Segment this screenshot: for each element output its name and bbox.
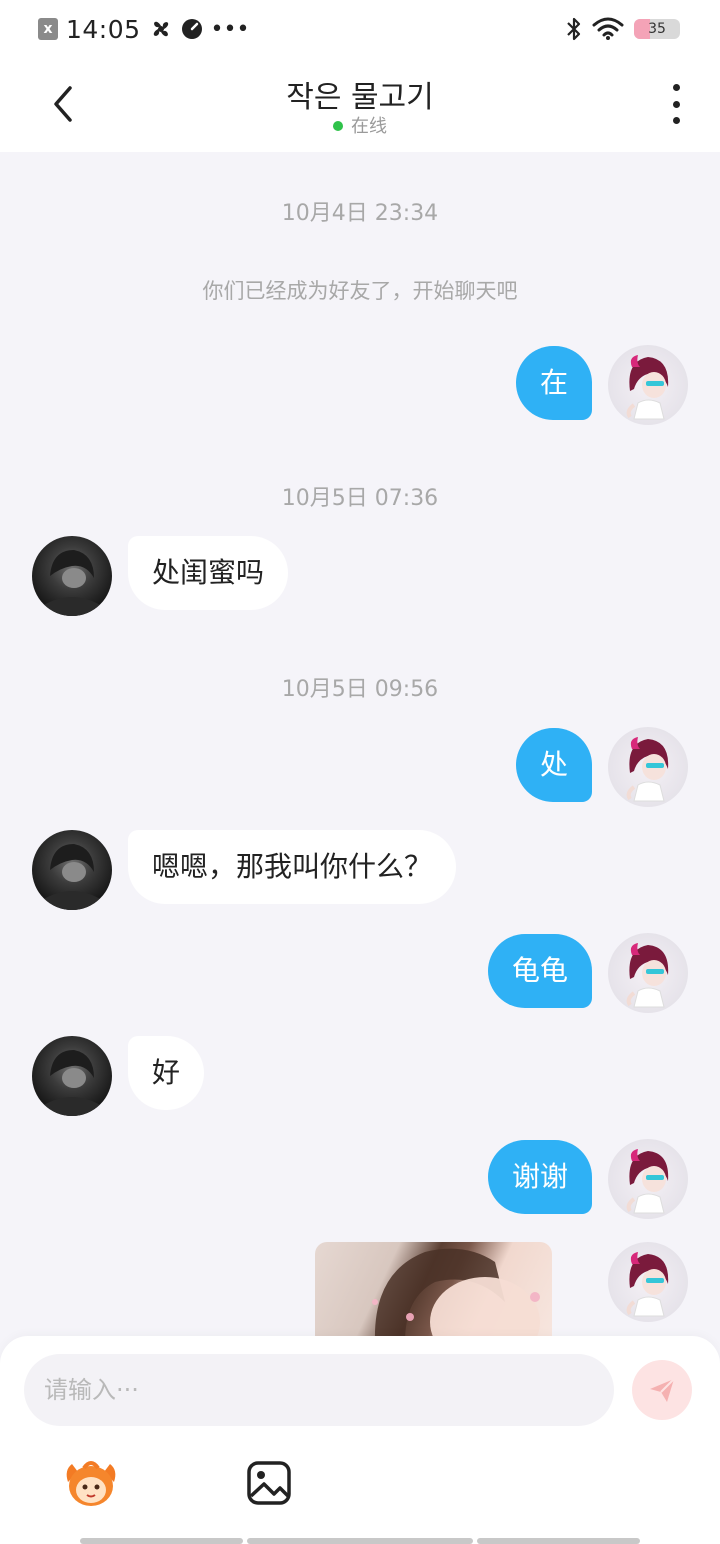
status-left: x 14:05 •••: [38, 14, 249, 44]
send-button[interactable]: [632, 1360, 692, 1420]
system-note: 你们已经成为好友了，开始聊天吧: [202, 279, 518, 303]
image-icon: [247, 1461, 291, 1505]
speed-icon: [181, 19, 202, 39]
bluetooth-icon: [567, 17, 581, 41]
online-status-label: 在线: [351, 116, 387, 137]
battery-level: 35: [648, 21, 666, 37]
message-bubble-incoming[interactable]: 处闺蜜吗: [128, 536, 289, 610]
message-input[interactable]: [24, 1354, 614, 1426]
message-bubble-outgoing[interactable]: 谢谢: [487, 1140, 592, 1214]
anime-avatar-image: [626, 355, 669, 420]
photo-thumbnail-image: [372, 1248, 540, 1342]
contact-name: 작은 물고기: [286, 80, 434, 115]
nav-bar-segment: [247, 1538, 473, 1544]
contact-avatar[interactable]: [32, 830, 112, 910]
fan-icon: [153, 21, 168, 37]
online-status: 在线: [0, 112, 720, 138]
notification-icon: x: [38, 18, 58, 40]
anime-avatar-image: [626, 943, 669, 1008]
my-avatar[interactable]: [608, 1139, 688, 1219]
my-avatar[interactable]: [608, 933, 688, 1013]
status-time: 14:05: [66, 14, 141, 44]
message-bubble-outgoing[interactable]: 龟龟: [487, 934, 592, 1008]
status-bar: x 14:05 ••• 35: [0, 0, 720, 58]
chat-header: 작은 물고기 在线: [0, 58, 720, 152]
image-message[interactable]: [315, 1242, 552, 1342]
battery-indicator: 35: [634, 19, 680, 39]
timestamp: 10月5日 09:56: [281, 677, 439, 702]
message-bubble-outgoing[interactable]: 在: [515, 346, 592, 420]
contact-avatar[interactable]: [32, 536, 112, 616]
emoji-icon: [66, 1461, 116, 1506]
message-bubble-outgoing[interactable]: 处: [515, 728, 592, 802]
contact-avatar-image: [42, 550, 102, 616]
contact-avatar-image: [42, 1050, 102, 1116]
status-right: 35: [566, 14, 680, 44]
image-picker-button[interactable]: [246, 1460, 292, 1506]
my-avatar[interactable]: [608, 345, 688, 425]
message-bubble-incoming[interactable]: 嗯嗯，那我叫你什么？: [128, 830, 457, 904]
dot-icon: [672, 84, 680, 91]
nav-bar-segment: [477, 1538, 640, 1544]
nav-bar-segment: [80, 1538, 243, 1544]
contact-avatar-image: [42, 844, 102, 910]
send-icon: [650, 1378, 675, 1402]
composer-panel: [0, 1336, 720, 1544]
my-avatar[interactable]: [608, 1242, 688, 1322]
more-status-icon: •••: [210, 16, 250, 42]
anime-avatar-image: [626, 1149, 669, 1214]
dot-icon: [672, 117, 680, 124]
timestamp: 10月4日 23:34: [281, 201, 439, 226]
my-avatar[interactable]: [608, 727, 688, 807]
anime-avatar-image: [626, 1252, 669, 1317]
contact-avatar[interactable]: [32, 1036, 112, 1116]
dot-icon: [672, 100, 680, 108]
emoji-button[interactable]: [62, 1454, 120, 1512]
more-options-button[interactable]: [666, 84, 686, 124]
anime-avatar-image: [626, 737, 669, 802]
timestamp: 10月5日 07:36: [281, 486, 439, 511]
online-dot: [333, 121, 343, 131]
message-bubble-incoming[interactable]: 好: [128, 1036, 205, 1110]
wifi-icon: [592, 17, 624, 40]
